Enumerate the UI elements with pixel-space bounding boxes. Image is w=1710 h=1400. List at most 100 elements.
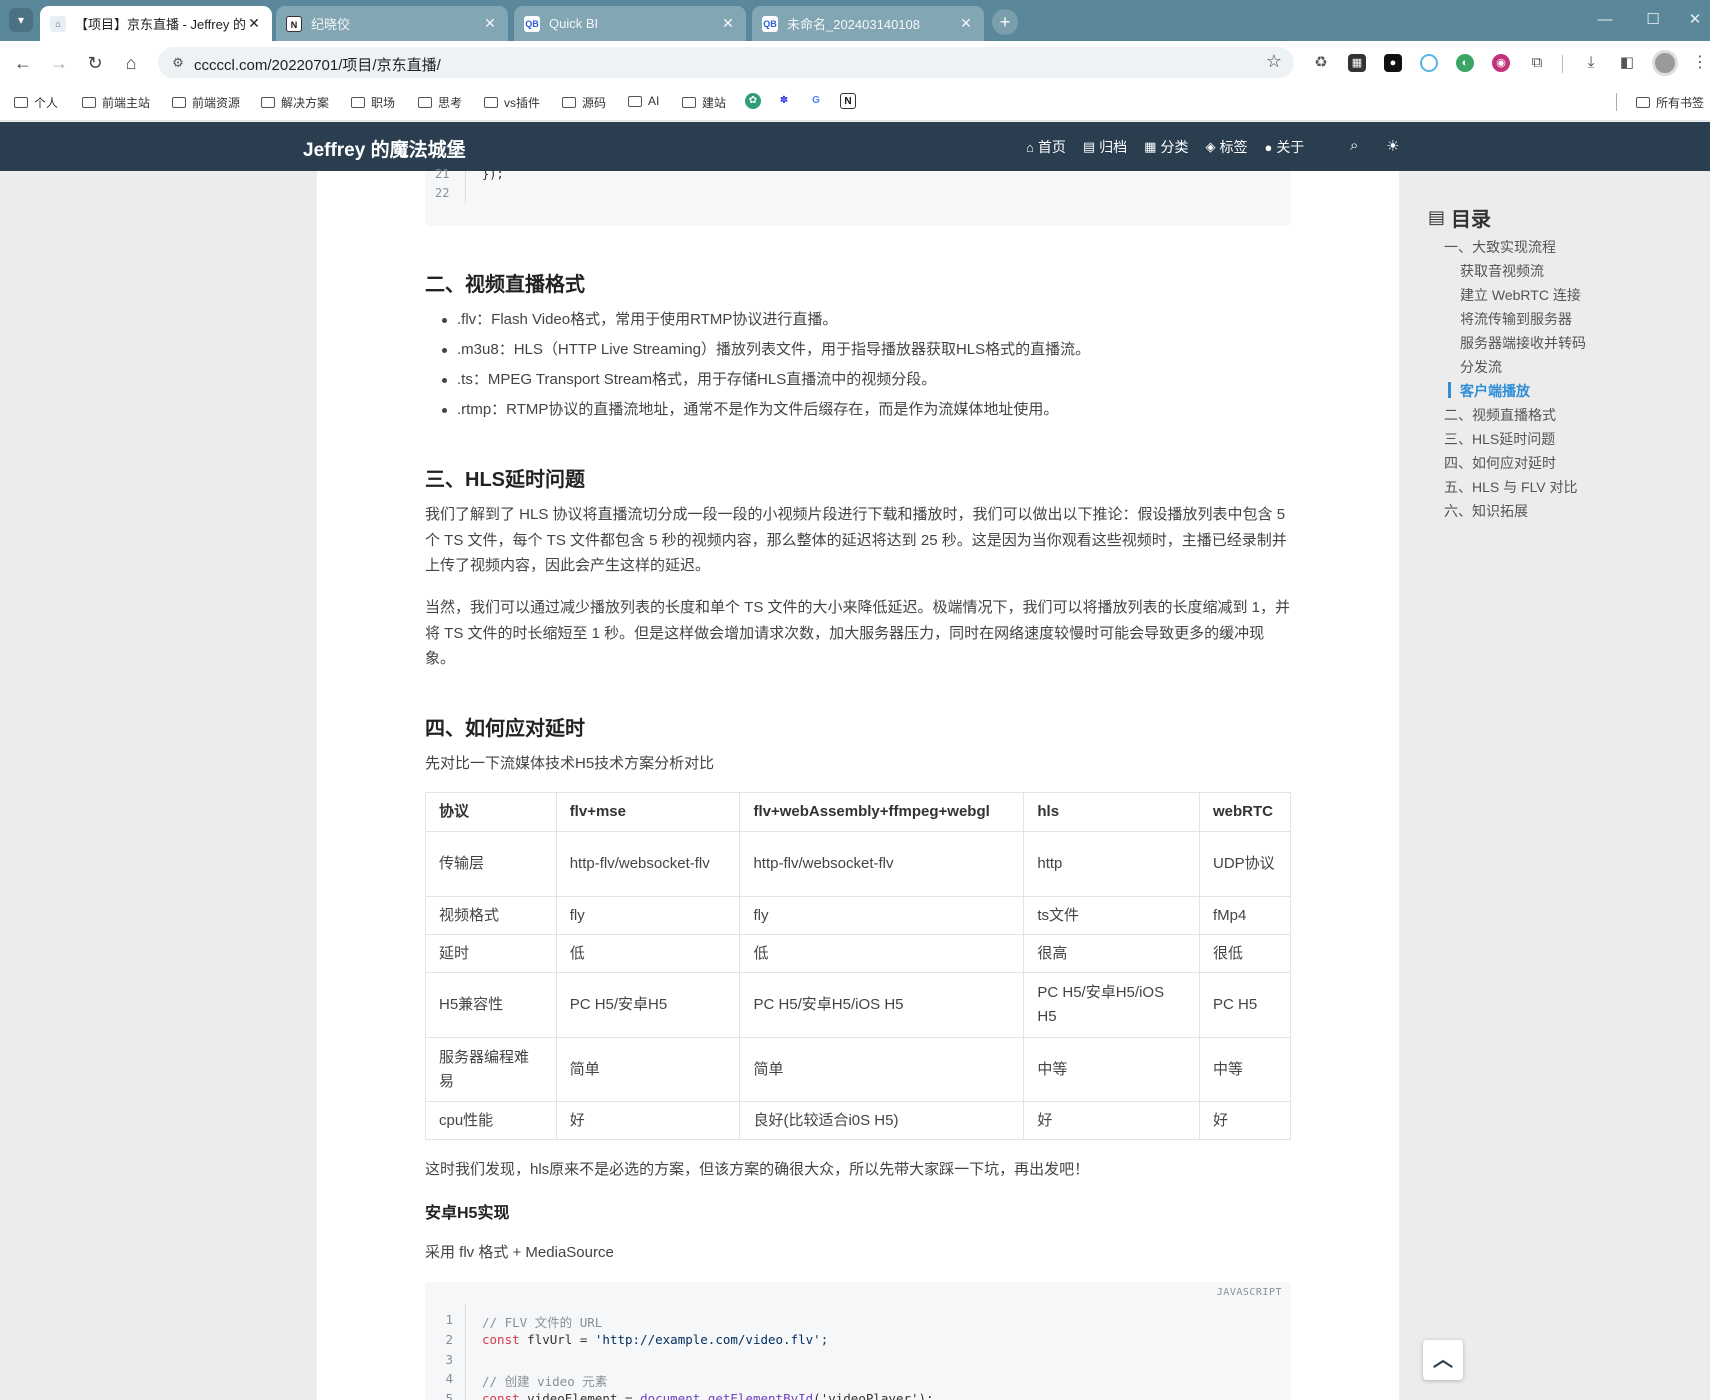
code-text: videoElement =	[519, 1391, 641, 1400]
minimize-button[interactable]: —	[1590, 8, 1620, 32]
edge-extension-icon[interactable]: ◐	[1456, 54, 1474, 72]
toc-item[interactable]: 服务器端接收并转码	[1460, 333, 1586, 353]
table-row: 传输层 http-flv/websocket-flv http-flv/webs…	[425, 831, 1292, 897]
close-icon[interactable]: ✕	[720, 15, 736, 32]
circle-extension-icon[interactable]	[1420, 54, 1438, 72]
folder-icon	[628, 95, 642, 107]
table-cell: 中等	[1023, 1037, 1200, 1102]
bookmark-folder[interactable]: 个人	[14, 94, 58, 111]
nav-tags[interactable]: ◈ 标签	[1205, 137, 1247, 157]
toc-item[interactable]: 三、HLS延时问题	[1444, 429, 1555, 449]
new-tab-button[interactable]: +	[992, 9, 1018, 35]
more-menu-icon[interactable]: ⋮	[1692, 54, 1708, 72]
baidu-paw-icon[interactable]: ✽	[776, 93, 792, 109]
tab-unnamed[interactable]: QB 未命名_202403140108 ✕	[752, 6, 984, 41]
table-cell: PC H5/安卓H5/iOS H5	[739, 972, 1025, 1038]
archive-icon: ▤	[1082, 139, 1096, 154]
puzzle-icon[interactable]: ⧉	[1528, 54, 1546, 72]
site-info-icon[interactable]: ⚙	[168, 53, 188, 73]
tab-strip: ▾ ⌂ 【项目】京东直播 - Jeffrey 的魔法城堡 ✕ N 纪晓佼 ✕ Q…	[0, 0, 1710, 41]
bookmark-label: 个人	[34, 96, 59, 110]
toc-active-indicator	[1448, 382, 1451, 398]
color-picker-icon[interactable]: ◉	[1492, 54, 1510, 72]
nav-archive[interactable]: ▤ 归档	[1083, 137, 1127, 157]
bookmark-label: AI	[648, 94, 660, 108]
extension-mask-icon[interactable]: ●	[1384, 54, 1402, 72]
bookmark-folder[interactable]: 思考	[418, 94, 462, 111]
table-cell: 低	[739, 934, 1025, 973]
search-icon[interactable]: ⌕	[1350, 137, 1358, 154]
code-comment: // FLV 文件的 URL	[482, 1315, 603, 1330]
toc-item[interactable]: 获取音视频流	[1460, 261, 1544, 281]
table-header: 协议	[425, 792, 557, 832]
code-string: 'http://example.com/video.flv'	[594, 1332, 821, 1347]
comparison-table: 协议 flv+mse flv+webAssembly+ffmpeg+webgl …	[425, 792, 1292, 1140]
avatar[interactable]	[1652, 50, 1678, 76]
bookmark-folder[interactable]: 前端资源	[172, 94, 240, 111]
bookmark-folder[interactable]: vs插件	[484, 94, 540, 111]
code-keyword: const	[482, 1332, 520, 1347]
toc-item[interactable]: 一、大致实现流程	[1444, 237, 1556, 257]
heading-handle-delay: 四、如何应对延时	[425, 718, 585, 740]
bookmark-star-icon[interactable]: ☆	[1266, 51, 1282, 72]
tab-jingdong-live[interactable]: ⌂ 【项目】京东直播 - Jeffrey 的魔法城堡 ✕	[40, 6, 272, 41]
url-text[interactable]: cccccl.com/20220701/项目/京东直播/	[194, 54, 441, 75]
code-keyword: const	[482, 1391, 520, 1400]
maximize-button[interactable]: ☐	[1638, 8, 1668, 32]
address-bar[interactable]: ⚙ cccccl.com/20220701/项目/京东直播/ ☆	[158, 47, 1294, 78]
line-number: 4	[445, 1371, 453, 1386]
nav-home[interactable]: ⌂ 首页	[1026, 137, 1066, 157]
reload-button[interactable]: ↻	[82, 50, 108, 76]
forward-button[interactable]: →	[46, 50, 72, 76]
code-text: ;	[820, 1332, 829, 1347]
toc-item[interactable]: 六、知识拓展	[1444, 501, 1528, 521]
window-close-button[interactable]: ✕	[1680, 8, 1710, 32]
table-cell: PC H5/安卓H5	[555, 972, 741, 1038]
download-icon[interactable]: ⤓	[1582, 54, 1600, 72]
bookmark-label: 思考	[438, 96, 463, 110]
table-cell: 良好(比较适合i0S H5)	[739, 1101, 1025, 1140]
bookmark-folder[interactable]: 解决方案	[261, 94, 329, 111]
bookmark-folder[interactable]: 建站	[682, 94, 726, 111]
chatgpt-icon[interactable]: ✿	[745, 93, 761, 109]
close-icon[interactable]: ✕	[246, 15, 262, 32]
tab-quickbi[interactable]: QB Quick BI ✕	[514, 6, 746, 41]
bookmark-folder[interactable]: 前端主站	[82, 94, 150, 111]
back-button[interactable]: ←	[10, 50, 36, 76]
toc-item[interactable]: 建立 WebRTC 连接	[1460, 285, 1581, 305]
bookmark-folder[interactable]: 源码	[562, 94, 606, 111]
close-icon[interactable]: ✕	[482, 15, 498, 32]
google-icon[interactable]: G	[808, 93, 824, 109]
folder-icon	[418, 97, 432, 108]
sidebar-icon[interactable]: ◧	[1618, 54, 1636, 72]
table-cell: 好	[1198, 1101, 1292, 1140]
toc-title-label: 目录	[1451, 209, 1492, 231]
tab-notion[interactable]: N 纪晓佼 ✕	[276, 6, 508, 41]
qr-code-icon[interactable]: ▦	[1348, 54, 1366, 72]
back-to-top-button[interactable]: ︿	[1423, 1340, 1463, 1380]
toc-item[interactable]: 五、HLS 与 FLV 对比	[1444, 477, 1578, 497]
toc-item[interactable]: 分发流	[1460, 357, 1502, 377]
toc-item[interactable]: 四、如何应对延时	[1444, 453, 1556, 473]
code-gutter	[465, 171, 466, 203]
all-bookmarks-folder[interactable]: 所有书签	[1636, 94, 1704, 111]
bookmark-folder[interactable]: AI	[628, 94, 659, 108]
recycle-icon[interactable]: ♻	[1312, 54, 1330, 72]
home-button[interactable]: ⌂	[118, 50, 144, 76]
notion-icon[interactable]: N	[840, 93, 856, 109]
tab-search-button[interactable]: ▾	[9, 8, 33, 32]
bookmark-folder[interactable]: 职场	[351, 94, 395, 111]
close-icon[interactable]: ✕	[958, 15, 974, 32]
toc-item[interactable]: 二、视频直播格式	[1444, 405, 1556, 425]
paragraph: 我们了解到了 HLS 协议将直播流切分成一段一段的小视频片段进行下载和播放时，我…	[425, 506, 1287, 574]
table-cell: ts文件	[1023, 896, 1200, 935]
toc-item-active[interactable]: 客户端播放	[1460, 381, 1530, 401]
site-header: Jeffrey 的魔法城堡 ⌂ 首页 ▤ 归档 ▦ 分类 ◈ 标签 ● 关于 ⌕ ☀	[0, 122, 1710, 171]
nav-category[interactable]: ▦ 分类	[1144, 137, 1188, 157]
code-text: ('videoPlayer');	[813, 1391, 934, 1400]
castle-icon: ⌂	[50, 15, 66, 32]
nav-about[interactable]: ● 关于	[1264, 137, 1304, 157]
theme-toggle-icon[interactable]: ☀	[1386, 137, 1399, 155]
site-title[interactable]: Jeffrey 的魔法城堡	[303, 135, 466, 162]
toc-item[interactable]: 将流传输到服务器	[1460, 309, 1572, 329]
